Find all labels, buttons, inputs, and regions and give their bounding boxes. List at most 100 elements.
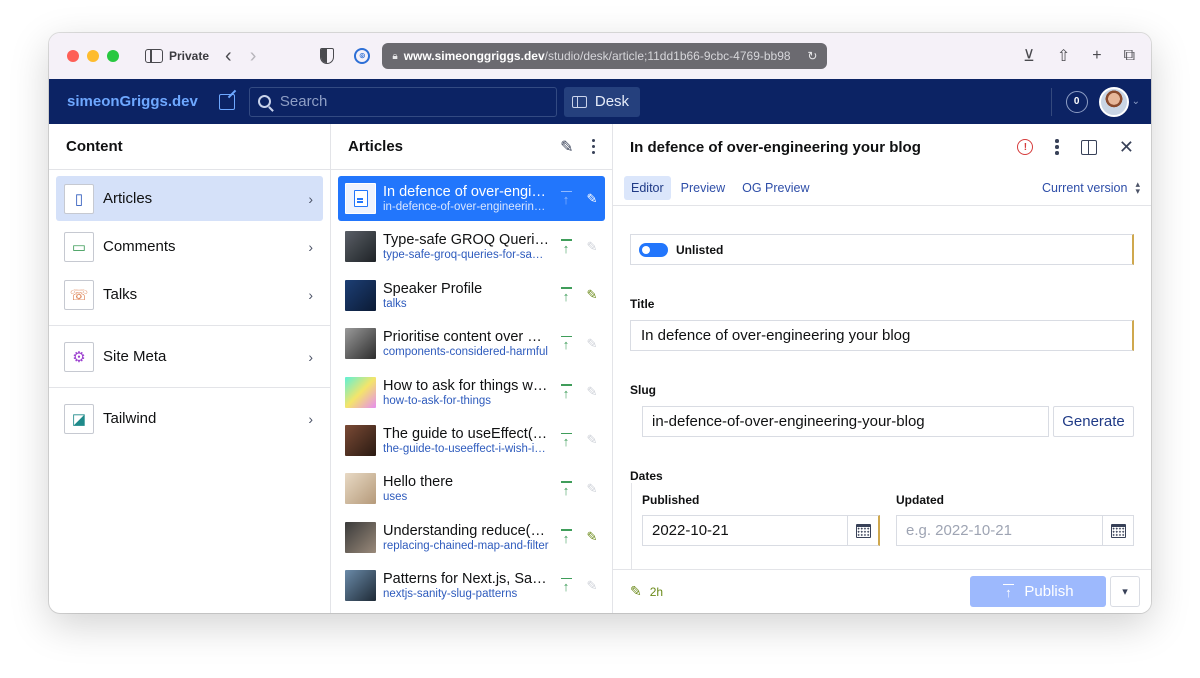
article-slug: talks: [383, 297, 407, 310]
chevron-right-icon: ›: [308, 286, 313, 303]
updated-date-input: e.g. 2022-10-21: [896, 515, 1134, 546]
downloads-icon[interactable]: ⊻: [1023, 46, 1035, 66]
article-title: How to ask for things without asking: [383, 377, 549, 394]
create-document-icon[interactable]: ✎: [560, 137, 573, 157]
title-input[interactable]: In defence of over-engineering your blog: [630, 320, 1134, 351]
updated-label: Updated: [896, 493, 944, 507]
user-avatar[interactable]: [1098, 86, 1129, 117]
article-slug: uses: [383, 491, 408, 504]
content-type-list: ▯ Articles › ▭ Comments › ☏ Talks › ⚙ Si…: [49, 170, 330, 450]
publish-button[interactable]: ↑ Publish: [970, 576, 1106, 607]
article-status: ↑ ✎: [560, 529, 598, 545]
zoom-window-button[interactable]: [107, 50, 119, 62]
article-title: Patterns for Next.js, Sanity and slugs: [383, 571, 549, 588]
article-row[interactable]: Hello there uses ↑ ✎: [338, 466, 605, 511]
article-slug: how-to-ask-for-things: [383, 394, 492, 407]
password-manager-icon[interactable]: ⌾: [354, 48, 371, 64]
forward-button[interactable]: ›: [250, 45, 257, 68]
article-row[interactable]: Type-safe GROQ Queries for Sanitytype-sa…: [338, 224, 605, 269]
content-item-label: Site Meta: [103, 348, 167, 365]
published-status-icon: ↑: [560, 529, 572, 545]
document-footer: ✎ 2h ↑ Publish ▾: [613, 569, 1151, 613]
updated-calendar-button[interactable]: [1102, 516, 1133, 545]
address-bar[interactable]: 🔒︎ www.simeonggriggs.dev /studio/desk/ar…: [382, 43, 828, 69]
unlisted-toggle[interactable]: [639, 242, 668, 257]
content-item-label: Articles: [103, 190, 153, 207]
content-pane: Content ▯ Articles › ▭ Comments › ☏ Talk…: [49, 124, 331, 613]
calendar-icon: [855, 523, 871, 538]
minimize-window-button[interactable]: [87, 50, 99, 62]
publish-menu-button[interactable]: ▾: [1110, 576, 1140, 607]
close-icon[interactable]: ✕: [1119, 137, 1134, 158]
chevron-down-icon[interactable]: ⌄: [1132, 96, 1140, 107]
articles-pane-header: Articles ✎: [331, 124, 612, 170]
more-options-icon[interactable]: [591, 138, 595, 155]
new-tab-icon[interactable]: +: [1092, 47, 1101, 65]
article-row[interactable]: How to ask for things without askinghow-…: [338, 370, 605, 415]
content-item-articles[interactable]: ▯ Articles ›: [56, 176, 323, 221]
image-icon: ◪: [64, 403, 94, 434]
version-selector[interactable]: Current version ▴ ▾: [1042, 179, 1140, 195]
article-status: ↑ ✎: [560, 287, 598, 303]
article-status: ↑ ✎: [560, 578, 598, 594]
content-item-site-meta[interactable]: ⚙ Site Meta ›: [56, 334, 323, 379]
document-icon: ▯: [64, 183, 94, 214]
back-button[interactable]: ‹: [225, 45, 232, 68]
tab-editor[interactable]: Editor: [624, 175, 671, 200]
tab-overview-icon[interactable]: ⧉: [1124, 47, 1135, 65]
desk-tool-button[interactable]: Desk: [563, 86, 641, 117]
content-item-tailwind[interactable]: ◪ Tailwind ›: [56, 396, 323, 441]
updated-date-placeholder[interactable]: e.g. 2022-10-21: [897, 516, 1102, 545]
published-date-value[interactable]: 2022-10-21: [643, 516, 847, 545]
content-item-talks[interactable]: ☏ Talks ›: [56, 272, 323, 317]
content-pane-header: Content: [49, 124, 330, 170]
unlisted-field: Unlisted: [630, 234, 1134, 265]
article-row[interactable]: Patterns for Next.js, Sanity and slugsne…: [338, 563, 605, 608]
version-label: Current version: [1042, 180, 1128, 195]
draft-status-icon: ✎: [586, 190, 598, 206]
content-pane-title: Content: [66, 138, 123, 155]
article-row[interactable]: In defence of over-engineering your blog…: [338, 176, 605, 221]
article-thumbnail: [345, 328, 376, 360]
sidebar-toggle-icon[interactable]: [145, 49, 163, 63]
article-text: The guide to useEffect() I wish I hadthe…: [383, 426, 554, 455]
chevron-right-icon: ›: [308, 238, 313, 255]
article-slug: nextjs-sanity-slug-patterns: [383, 588, 518, 601]
article-slug: the-guide-to-useeffect-i-wish-i-had: [383, 442, 549, 455]
article-row[interactable]: Speaker Profile talks ↑ ✎: [338, 273, 605, 318]
studio-brand[interactable]: simeonGriggs.dev: [67, 93, 198, 110]
dates-fieldset: Published 2022-10-21 Updated e.g. 2022-1…: [631, 483, 1134, 577]
published-date-input: 2022-10-21: [642, 515, 880, 546]
tab-preview[interactable]: Preview: [674, 176, 732, 200]
shield-icon[interactable]: [320, 48, 335, 64]
published-calendar-button[interactable]: [847, 516, 878, 545]
content-item-comments[interactable]: ▭ Comments ›: [56, 224, 323, 269]
content-divider: [49, 325, 330, 326]
notification-badge[interactable]: 0: [1065, 90, 1088, 113]
chevron-down-icon: ▾: [1122, 586, 1128, 598]
slug-input[interactable]: in-defence-of-over-engineering-your-blog: [642, 406, 1049, 437]
search-input[interactable]: [279, 93, 530, 110]
split-pane-icon[interactable]: [1080, 139, 1097, 155]
generate-slug-button[interactable]: Generate: [1053, 406, 1134, 437]
article-row[interactable]: Understanding reduce() in JavaScriptrepl…: [338, 515, 605, 560]
search-box[interactable]: [248, 86, 557, 117]
tab-og-preview[interactable]: OG Preview: [735, 176, 816, 200]
validation-warning-icon[interactable]: !: [1017, 139, 1034, 155]
calendar-icon: [1110, 523, 1126, 538]
article-title: Hello there: [383, 474, 454, 491]
article-row[interactable]: Prioritise content over componentscompon…: [338, 321, 605, 366]
article-row[interactable]: The guide to useEffect() I wish I hadthe…: [338, 418, 605, 463]
compose-icon[interactable]: [218, 93, 235, 110]
article-status: ↑ ✎: [560, 481, 598, 497]
document-title: In defence of over-engineering your blog: [630, 138, 921, 156]
browser-window: Private ‹ › ⌾ 🔒︎ www.simeonggriggs.dev /…: [49, 33, 1151, 613]
more-options-icon[interactable]: [1055, 139, 1059, 155]
content-item-label: Comments: [103, 238, 176, 255]
share-icon[interactable]: ⇧: [1057, 46, 1070, 66]
draft-status-icon: ✎: [586, 384, 598, 400]
close-window-button[interactable]: [67, 50, 79, 62]
navbar-divider: [1050, 87, 1052, 116]
reload-icon[interactable]: ↻: [807, 49, 817, 63]
published-date-field: Published 2022-10-21: [642, 483, 880, 546]
